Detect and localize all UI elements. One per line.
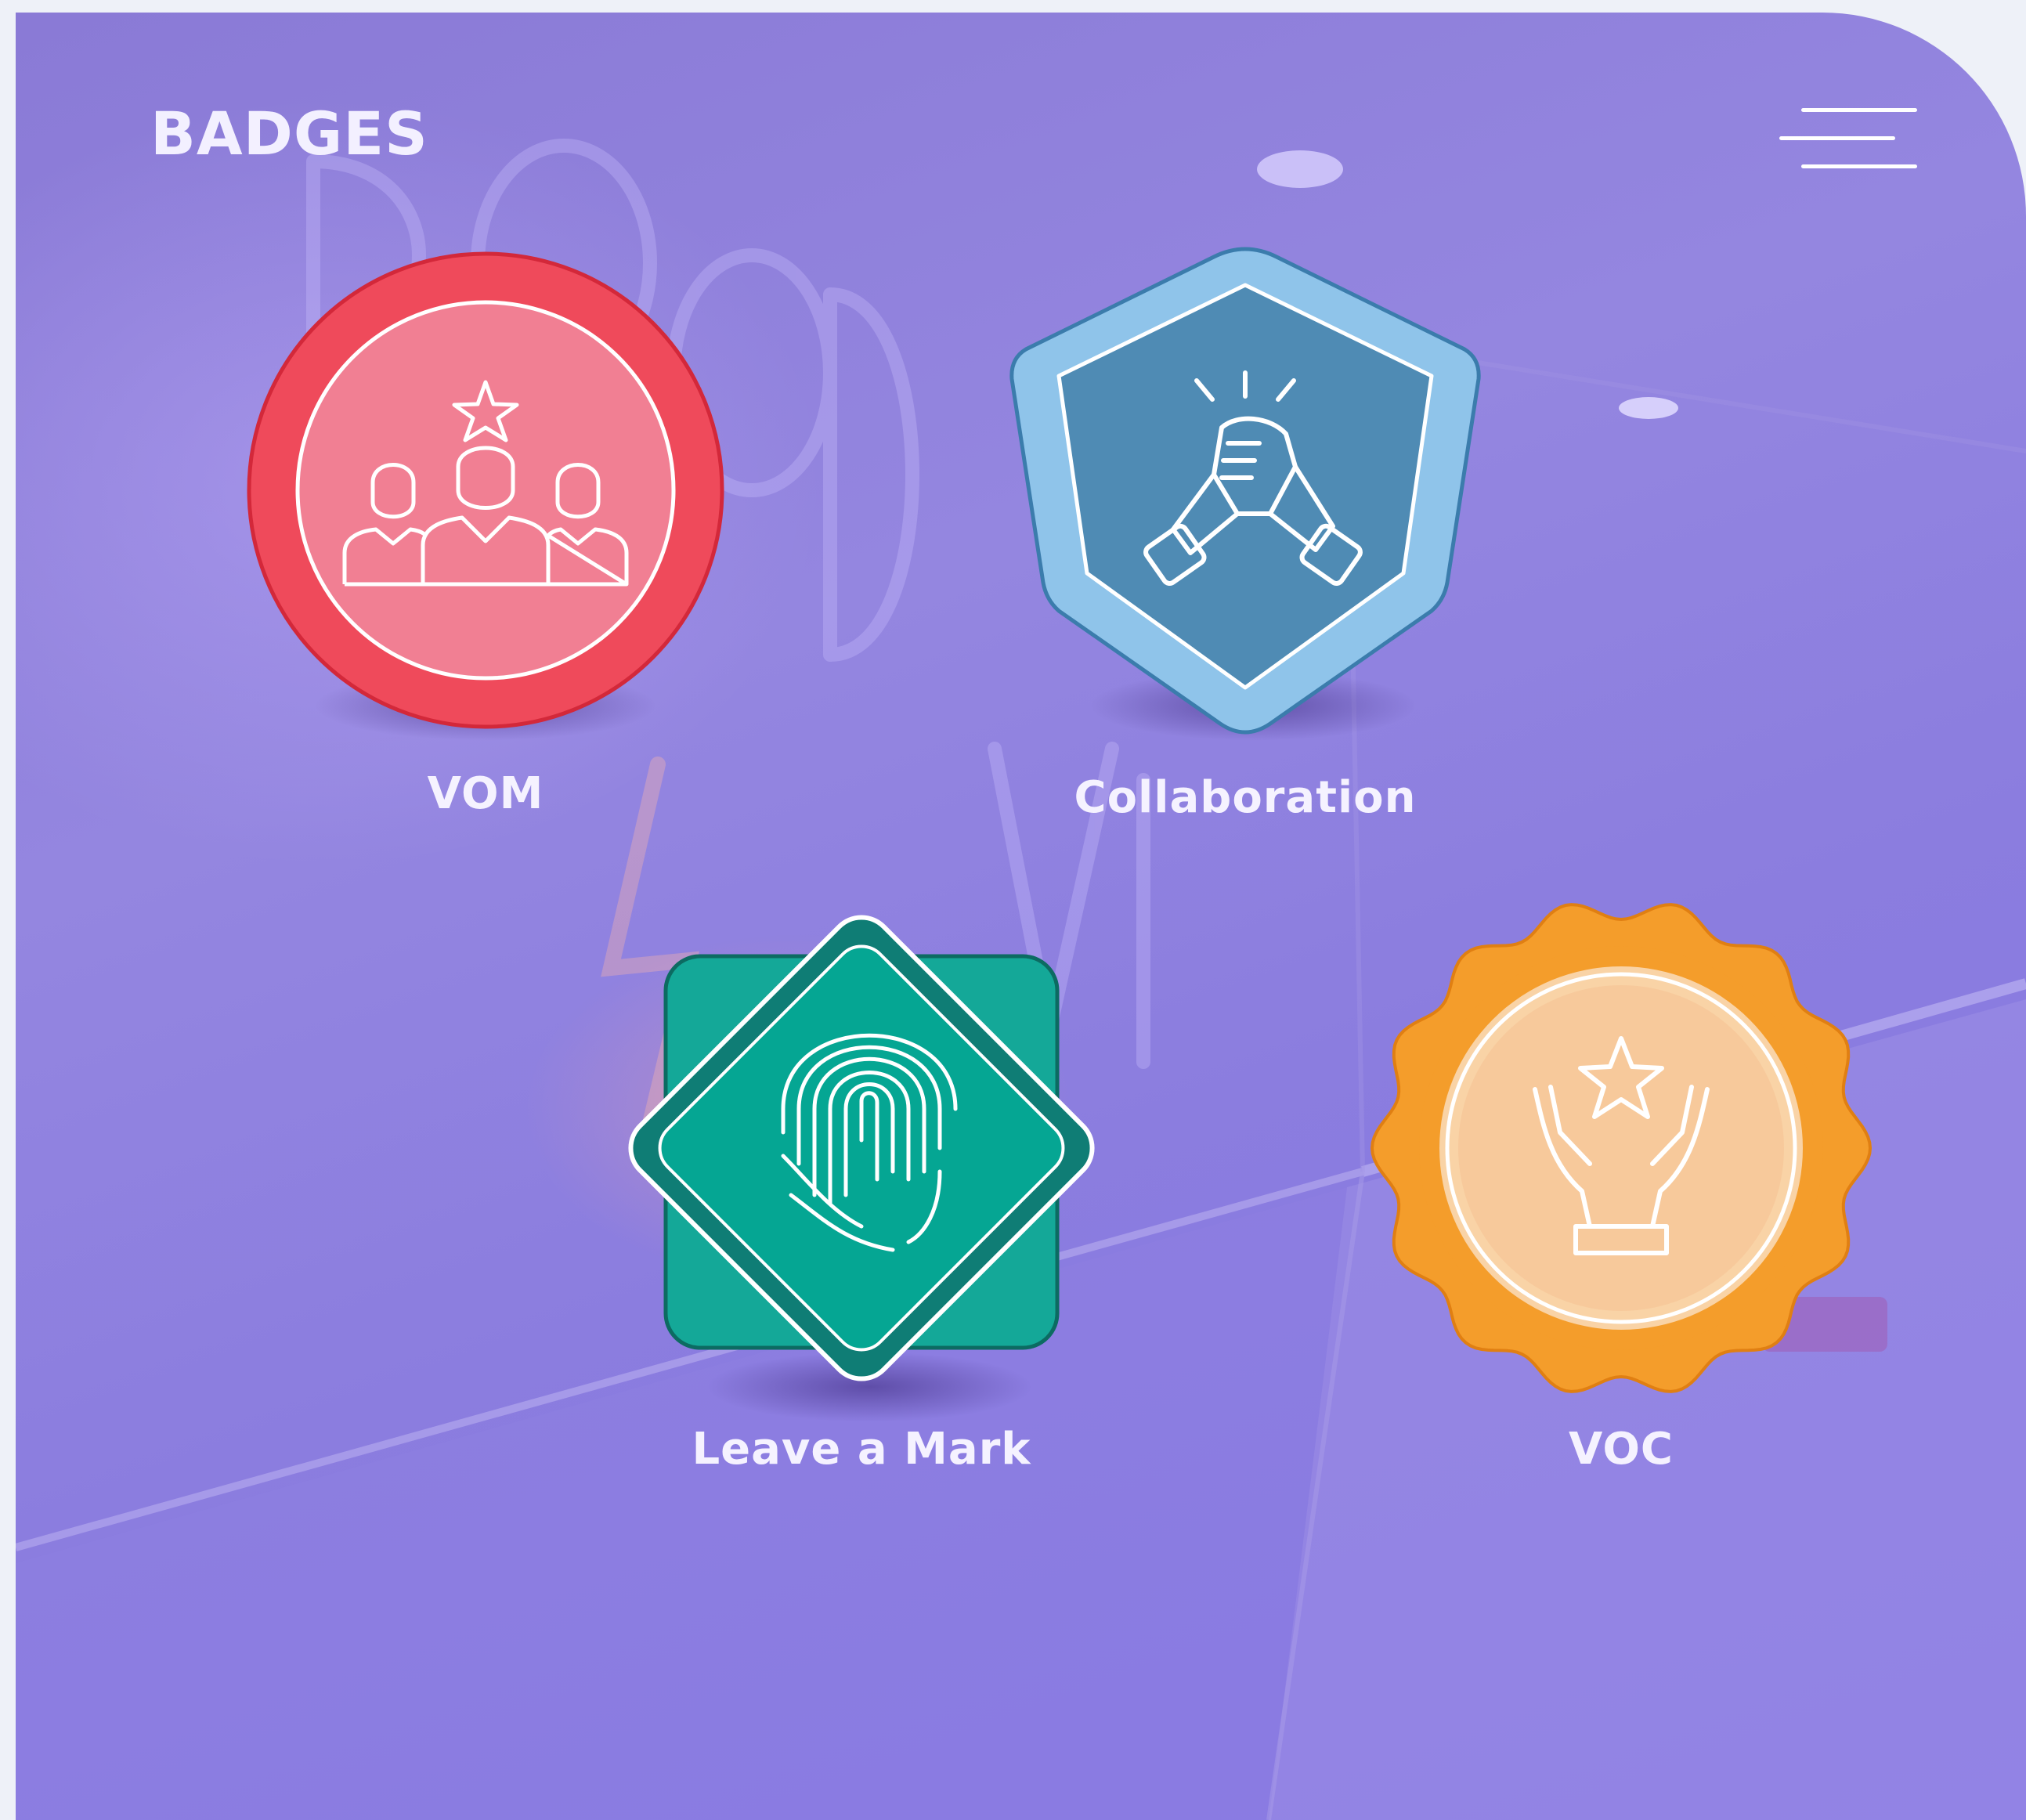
badge-voc[interactable]: VOC bbox=[1355, 882, 1887, 1493]
badge-label: VOM bbox=[427, 768, 544, 819]
badges-screen: BADGES VOM Collaboration Leave a Mark VO… bbox=[16, 13, 2026, 1820]
hamburger-menu-icon bbox=[1801, 108, 1917, 112]
badge-collaboration[interactable]: Collaboration bbox=[979, 232, 1511, 827]
page-title: BADGES bbox=[150, 99, 428, 168]
collaboration-badge-emblem bbox=[1009, 247, 1481, 735]
menu-line bbox=[1779, 136, 1895, 140]
leave-a-mark-badge-emblem bbox=[628, 915, 1095, 1381]
badge-label: VOC bbox=[1568, 1424, 1674, 1475]
badge-vom[interactable]: VOM bbox=[219, 232, 752, 827]
badge-label: Leave a Mark bbox=[692, 1424, 1031, 1475]
vom-badge-emblem bbox=[247, 251, 724, 729]
badge-label: Collaboration bbox=[1074, 772, 1417, 823]
badge-leave-a-mark[interactable]: Leave a Mark bbox=[595, 882, 1128, 1493]
voc-badge-emblem bbox=[1370, 903, 1873, 1393]
menu-button[interactable] bbox=[1770, 91, 1927, 177]
menu-line bbox=[1801, 164, 1917, 168]
